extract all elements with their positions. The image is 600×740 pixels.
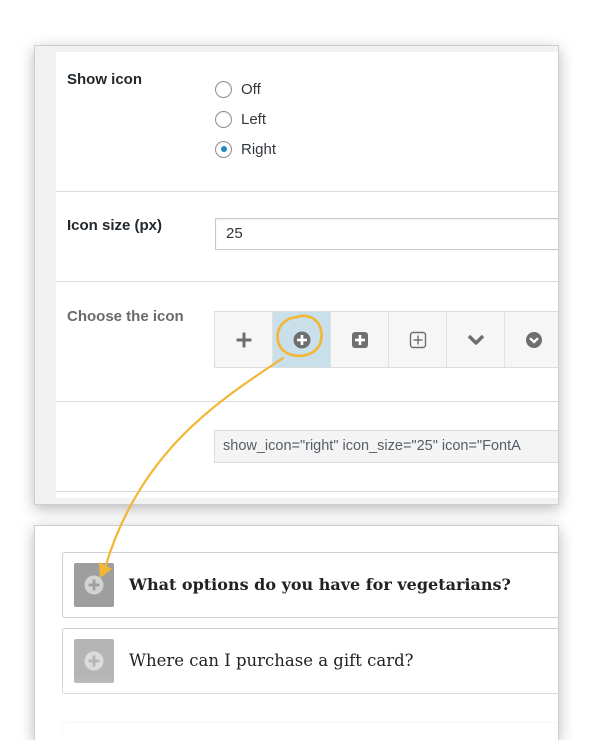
- radio-right-label: Right: [241, 140, 277, 158]
- shortcode-row: show_icon="right" icon_size="25" icon="F…: [56, 403, 558, 492]
- plus-icon: [236, 332, 251, 347]
- choose-icon-row: Choose the icon: [56, 283, 558, 402]
- radio-left-label: Left: [241, 110, 267, 128]
- radio-right[interactable]: Right: [215, 134, 276, 164]
- radio-left-button[interactable]: [215, 110, 232, 128]
- radio-right-button[interactable]: [215, 140, 232, 158]
- settings-form: Show icon Off Left Right Icon size (px) …: [56, 52, 558, 498]
- faq-item[interactable]: What options do you have for vegetarians…: [62, 552, 558, 618]
- icon-option-plus-square[interactable]: [331, 312, 389, 367]
- icon-option-chevron-down[interactable]: [447, 312, 505, 367]
- icon-picker: [214, 311, 558, 368]
- show-icon-row: Show icon Off Left Right: [56, 52, 558, 192]
- radio-off-button[interactable]: [215, 80, 232, 98]
- radio-off[interactable]: Off: [215, 74, 276, 104]
- plus-square-outline-icon: [409, 331, 426, 348]
- icon-option-plus[interactable]: [215, 312, 273, 367]
- faq-preview-panel: What options do you have for vegetarians…: [34, 525, 559, 740]
- plus-square-icon: [351, 331, 368, 348]
- settings-panel: Show icon Off Left Right Icon size (px) …: [34, 45, 559, 505]
- plus-circle-icon: [84, 651, 104, 671]
- faq-item-faded: [62, 722, 558, 740]
- radio-left[interactable]: Left: [215, 104, 276, 134]
- icon-size-input[interactable]: 25: [215, 218, 558, 250]
- faq-toggle-button[interactable]: [74, 639, 114, 683]
- faq-toggle-button[interactable]: [74, 563, 114, 607]
- icon-option-plus-circle[interactable]: [273, 312, 331, 367]
- faq-question: Where can I purchase a gift card?: [129, 651, 414, 670]
- icon-size-row: Icon size (px) 25: [56, 193, 558, 282]
- icon-size-label: Icon size (px): [67, 217, 163, 234]
- plus-circle-icon: [293, 331, 310, 348]
- faq-item[interactable]: Where can I purchase a gift card?: [62, 628, 558, 694]
- chevron-down-circle-icon: [526, 331, 542, 348]
- plus-circle-icon: [84, 575, 104, 595]
- shortcode-output[interactable]: show_icon="right" icon_size="25" icon="F…: [214, 430, 558, 463]
- faq-question: What options do you have for vegetarians…: [129, 575, 511, 594]
- chevron-down-icon: [467, 334, 484, 345]
- icon-option-chevron-down-circle[interactable]: [505, 312, 558, 367]
- icon-option-plus-square-outline[interactable]: [389, 312, 447, 367]
- radio-off-label: Off: [241, 80, 261, 98]
- choose-icon-label: Choose the icon: [67, 308, 184, 325]
- show-icon-radio-group: Off Left Right: [215, 74, 276, 164]
- show-icon-label: Show icon: [67, 71, 142, 88]
